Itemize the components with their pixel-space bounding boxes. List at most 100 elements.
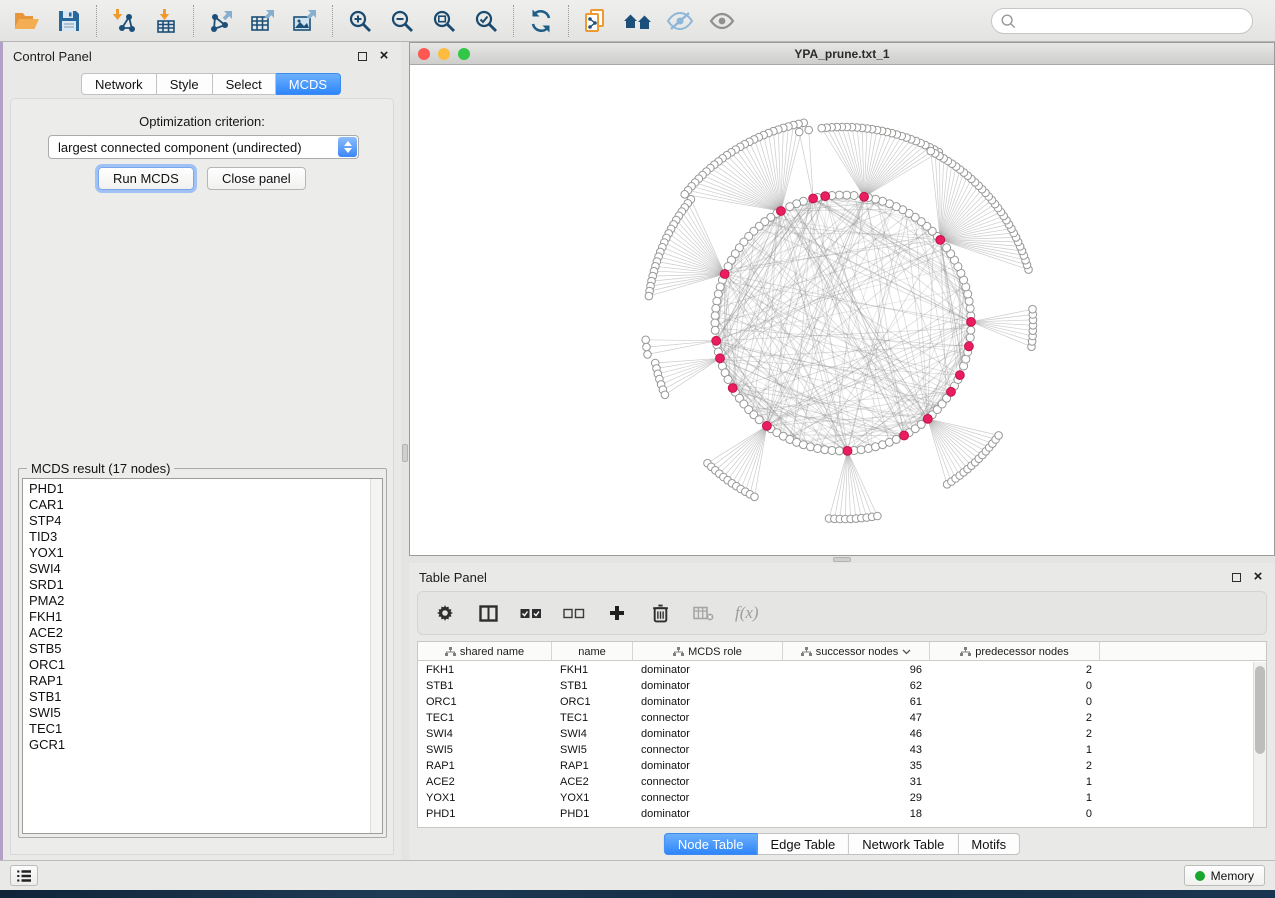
show-all-button[interactable]: [706, 5, 738, 37]
show-column-panel-button[interactable]: [477, 602, 499, 624]
zoom-out-button[interactable]: [386, 5, 418, 37]
mcds-result-item[interactable]: STB1: [23, 689, 369, 705]
export-image-button[interactable]: [289, 5, 321, 37]
table-cell: TEC1: [418, 710, 552, 726]
delete-column-button[interactable]: [649, 602, 671, 624]
mcds-result-item[interactable]: YOX1: [23, 545, 369, 561]
zoom-in-button[interactable]: [344, 5, 376, 37]
mcds-hub-node: [763, 422, 772, 431]
scrollbar-thumb[interactable]: [1255, 666, 1265, 754]
column-header-shared-name[interactable]: shared name: [418, 642, 552, 661]
table-row[interactable]: FKH1FKH1dominator962: [418, 662, 1252, 678]
deselect-all-columns-button[interactable]: [563, 602, 585, 624]
memory-button[interactable]: Memory: [1184, 865, 1265, 886]
mcds-result-item[interactable]: STP4: [23, 513, 369, 529]
eye-icon: [708, 10, 736, 32]
horizontal-splitter[interactable]: [409, 556, 1275, 563]
table-header-row: shared name nameMCDS rolesuccessor nodesp…: [418, 642, 1266, 661]
mcds-result-item[interactable]: TEC1: [23, 721, 369, 737]
run-mcds-button[interactable]: Run MCDS: [98, 167, 194, 190]
refresh-view-button[interactable]: [525, 5, 557, 37]
first-neighbors-button[interactable]: [622, 5, 654, 37]
mcds-result-item[interactable]: CAR1: [23, 497, 369, 513]
zoom-fit-button[interactable]: [428, 5, 460, 37]
import-network-button[interactable]: [108, 5, 140, 37]
column-label: shared name: [460, 646, 524, 658]
tab-node-table[interactable]: Node Table: [664, 833, 758, 855]
mcds-result-item[interactable]: SWI4: [23, 561, 369, 577]
import-table-button[interactable]: [150, 5, 182, 37]
export-table-button[interactable]: [247, 5, 279, 37]
mcds-result-item[interactable]: PHD1: [23, 481, 369, 497]
close-panel-button-mcds[interactable]: Close panel: [207, 167, 306, 190]
mcds-result-list: PHD1CAR1STP4TID3YOX1SWI4SRD1PMA2FKH1ACE2…: [22, 478, 383, 834]
table-row[interactable]: RAP1RAP1dominator352: [418, 758, 1252, 774]
open-session-button[interactable]: [11, 5, 43, 37]
table-row[interactable]: YOX1YOX1connector291: [418, 790, 1252, 806]
table-row[interactable]: SWI4SWI4dominator462: [418, 726, 1252, 742]
mcds-hub-node: [843, 447, 852, 456]
network-canvas[interactable]: [410, 65, 1274, 555]
vertical-splitter[interactable]: [401, 42, 409, 860]
table-row[interactable]: STB1STB1dominator620: [418, 678, 1252, 694]
select-all-columns-button[interactable]: [520, 602, 542, 624]
mcds-result-item[interactable]: GCR1: [23, 737, 369, 753]
table-settings-button[interactable]: [434, 602, 456, 624]
tab-network[interactable]: Network: [81, 73, 157, 95]
table-row[interactable]: SWI5SWI5connector431: [418, 742, 1252, 758]
tab-motifs[interactable]: Motifs: [958, 833, 1020, 855]
table-row[interactable]: ORC1ORC1dominator610: [418, 694, 1252, 710]
table-row[interactable]: ACE2ACE2connector311: [418, 774, 1252, 790]
table-cell: 62: [783, 678, 930, 694]
table-cell: 2: [930, 710, 1100, 726]
splitter-handle[interactable]: [402, 444, 408, 462]
table-cell: dominator: [633, 678, 783, 694]
close-panel-button[interactable]: ×: [1251, 570, 1265, 584]
column-header-MCDS-role[interactable]: MCDS role: [633, 642, 783, 661]
export-network-button[interactable]: [205, 5, 237, 37]
table-cell: connector: [633, 790, 783, 806]
tab-mcds[interactable]: MCDS: [276, 73, 341, 95]
mcds-result-item[interactable]: SWI5: [23, 705, 369, 721]
table-row[interactable]: PHD1PHD1dominator180: [418, 806, 1252, 822]
zoom-selected-button[interactable]: [470, 5, 502, 37]
show-panel-list-button[interactable]: [10, 865, 38, 886]
criterion-select[interactable]: largest connected component (undirected): [48, 135, 359, 159]
table-cell: 96: [783, 662, 930, 678]
clone-network-button[interactable]: [580, 5, 612, 37]
tab-style[interactable]: Style: [157, 73, 213, 95]
table-cell: 1: [930, 774, 1100, 790]
mcds-result-item[interactable]: TID3: [23, 529, 369, 545]
table-cell: 2: [930, 726, 1100, 742]
mcds-list-scrollbar[interactable]: [370, 479, 382, 833]
mcds-result-item[interactable]: STB5: [23, 641, 369, 657]
splitter-handle[interactable]: [833, 557, 851, 562]
float-panel-button[interactable]: [1229, 570, 1243, 584]
table-cell: SWI5: [418, 742, 552, 758]
table-cell: YOX1: [418, 790, 552, 806]
mcds-result-item[interactable]: FKH1: [23, 609, 369, 625]
search-field[interactable]: [991, 8, 1253, 34]
tab-select[interactable]: Select: [213, 73, 276, 95]
tab-edge-table[interactable]: Edge Table: [757, 833, 849, 855]
table-cell: FKH1: [552, 662, 633, 678]
table-row[interactable]: TEC1TEC1connector472: [418, 710, 1252, 726]
save-session-button[interactable]: [53, 5, 85, 37]
mcds-result-item[interactable]: SRD1: [23, 577, 369, 593]
mcds-result-item[interactable]: ACE2: [23, 625, 369, 641]
table-cell: 0: [930, 678, 1100, 694]
tab-network-table[interactable]: Network Table: [849, 833, 958, 855]
hide-unselected-button[interactable]: [664, 5, 696, 37]
float-panel-button[interactable]: [355, 49, 369, 63]
column-header-successor-nodes[interactable]: successor nodes: [783, 642, 930, 661]
column-header-predecessor-nodes[interactable]: predecessor nodes: [930, 642, 1100, 661]
table-panel-title: Table Panel: [419, 570, 487, 585]
column-header-name[interactable]: name: [552, 642, 633, 661]
mcds-result-item[interactable]: RAP1: [23, 673, 369, 689]
create-column-button[interactable]: [606, 602, 628, 624]
mcds-result-item[interactable]: PMA2: [23, 593, 369, 609]
table-scrollbar[interactable]: [1253, 662, 1266, 827]
close-panel-button[interactable]: ×: [377, 49, 391, 63]
mcds-result-item[interactable]: ORC1: [23, 657, 369, 673]
search-input[interactable]: [1021, 14, 1244, 28]
